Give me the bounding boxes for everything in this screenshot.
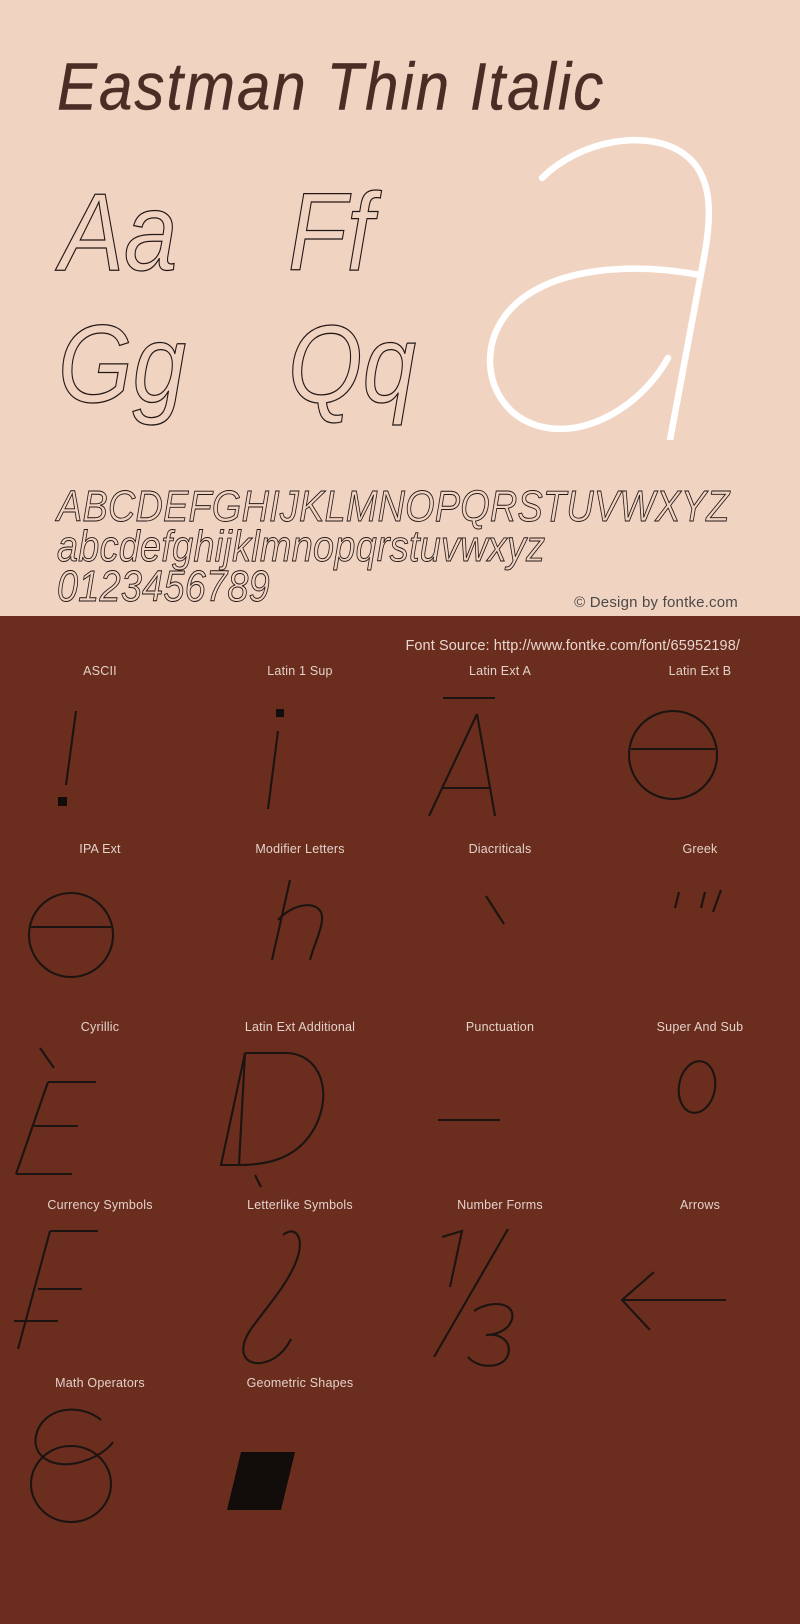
coverage-label: Geometric Shapes	[246, 1376, 354, 1390]
coverage-label: Currency Symbols	[47, 1198, 153, 1212]
coverage-cell-currency-symbols: Currency Symbols	[0, 1188, 200, 1366]
coverage-label: Math Operators	[55, 1376, 145, 1390]
font-source-link[interactable]: Font Source: http://www.fontke.com/font/…	[405, 638, 740, 654]
coverage-cell-diacriticals: Diacriticals	[400, 832, 600, 1010]
coverage-glyph-grave	[400, 854, 600, 1002]
coverage-glyph-superscript-zero	[600, 1032, 800, 1180]
coverage-cell-ipa-ext: IPA Ext	[0, 832, 200, 1010]
coverage-glyph-dash	[374, 1040, 574, 1188]
coverage-glyph-schwa	[0, 862, 174, 1010]
coverage-glyph-one-third	[374, 1218, 574, 1367]
coverage-label: Latin 1 Sup	[267, 664, 333, 678]
coverage-glyph-left-arrow	[574, 1218, 774, 1366]
coverage-cell-arrows: Arrows	[600, 1188, 800, 1366]
letter-pair-sample: Qq	[287, 303, 417, 427]
letter-pair-sample: Aa	[59, 171, 178, 295]
specimen-panel: Eastman Thin Italic Aa Ff Gg Qq ABCDEFGH…	[0, 0, 800, 616]
coverage-cell-geometric-shapes: Geometric Shapes	[200, 1366, 400, 1544]
display-glyph-a	[462, 120, 792, 440]
coverage-glyph-script-l	[174, 1218, 374, 1366]
coverage-label: IPA Ext	[79, 842, 121, 856]
alphabet-digits: 0123456789	[57, 562, 270, 611]
coverage-label: Latin Ext A	[469, 664, 531, 678]
coverage-label: Latin Ext B	[668, 664, 732, 678]
coverage-cell-cyrillic: Cyrillic	[0, 1010, 200, 1188]
coverage-label: Latin Ext Additional	[244, 1020, 356, 1034]
coverage-cell-super-and-sub: Super And Sub	[600, 1010, 800, 1188]
coverage-cell-greek: Greek	[600, 832, 800, 1010]
coverage-glyph-exclam	[0, 684, 174, 832]
coverage-glyph-franc	[0, 1218, 166, 1366]
letter-pair-sample: Ff	[287, 171, 374, 295]
coverage-cell-punctuation: Punctuation	[400, 1010, 600, 1188]
unicode-coverage-panel: Font Source: http://www.fontke.com/font/…	[0, 616, 800, 1624]
coverage-cell-math-operators: Math Operators	[0, 1366, 200, 1544]
coverage-cell-latin-ext-additional: Latin Ext Additional	[200, 1010, 400, 1188]
font-specimen-page: Eastman Thin Italic Aa Ff Gg Qq ABCDEFGH…	[0, 0, 800, 1624]
coverage-glyph-parallelogram	[174, 1396, 374, 1544]
coverage-grid: ASCII Latin 1 Sup Latin Ext A Latin Ext …	[0, 654, 800, 1544]
coverage-glyph-d-dot-below	[174, 1040, 374, 1188]
page-title: Eastman Thin Italic	[57, 49, 606, 125]
coverage-label: Cyrillic	[80, 1020, 120, 1034]
coverage-cell-modifier-letters: Modifier Letters	[200, 832, 400, 1010]
coverage-glyph-a-macron	[374, 684, 574, 832]
coverage-label: ASCII	[83, 664, 117, 678]
coverage-label: Letterlike Symbols	[247, 1198, 353, 1212]
coverage-glyph-inverted-exclam	[174, 684, 374, 832]
coverage-label: Punctuation	[465, 1020, 535, 1034]
coverage-cell-ascii: ASCII	[0, 654, 200, 832]
coverage-glyph-dialytika-tonos	[600, 854, 800, 1002]
coverage-cell-letterlike-symbols: Letterlike Symbols	[200, 1188, 400, 1366]
coverage-cell-latin-1-sup: Latin 1 Sup	[200, 654, 400, 832]
letter-pair-sample: Gg	[57, 303, 187, 427]
coverage-cell-latin-ext-a: Latin Ext A	[400, 654, 600, 832]
coverage-label: Number Forms	[457, 1198, 543, 1212]
coverage-glyph-cyrillic-ie-grave	[0, 1040, 166, 1188]
coverage-glyph-partial	[0, 1396, 174, 1544]
copyright-notice: © Design by fontke.com	[574, 594, 738, 611]
coverage-cell-latin-ext-b: Latin Ext B	[600, 654, 800, 832]
coverage-cell-number-forms: Number Forms	[400, 1188, 600, 1367]
coverage-glyph-modifier-h	[200, 854, 400, 1002]
coverage-label: Arrows	[679, 1198, 721, 1212]
coverage-glyph-turned-e	[574, 684, 774, 832]
